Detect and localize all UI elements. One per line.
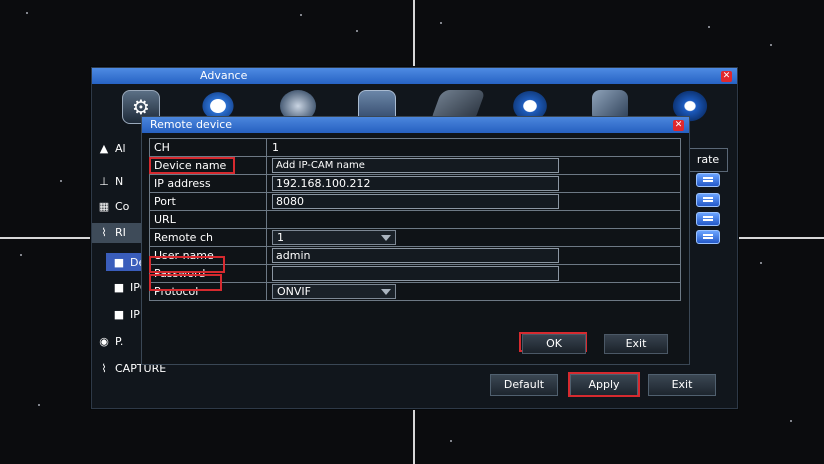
remote-device-form: CH 1 Device name Add IP-CAM name IP addr…: [149, 138, 681, 301]
device-name-input[interactable]: Add IP-CAM name: [272, 158, 559, 173]
side-item-network[interactable]: ⊥ N: [97, 175, 123, 188]
ip-address-input[interactable]: 192.168.100.212: [272, 176, 559, 191]
chevron-down-icon: [381, 289, 391, 295]
alarm-icon: ▲: [99, 142, 109, 155]
port-label: Port: [149, 192, 267, 211]
noise-dot: [300, 14, 302, 16]
side-item-alarm[interactable]: ▲ Al: [97, 142, 126, 155]
noise-dot: [760, 262, 762, 264]
remote-ch-label: Remote ch: [149, 228, 267, 247]
chevron-down-icon: [381, 235, 391, 241]
bullet-icon: ■: [113, 281, 125, 294]
apply-button[interactable]: Apply: [570, 374, 638, 396]
user-name-label: User name: [149, 246, 267, 265]
noise-dot: [770, 44, 772, 46]
user-name-input[interactable]: admin: [272, 248, 559, 263]
remote-device-title-bar: Remote device ✕: [142, 117, 689, 133]
side-item-remote[interactable]: ⌇ RI: [97, 226, 126, 239]
form-row-device-name: Device name Add IP-CAM name: [149, 156, 681, 175]
noise-dot: [356, 30, 358, 32]
device-name-label: Device name: [149, 156, 267, 175]
noise-dot: [38, 404, 40, 406]
noise-dot: [60, 180, 62, 182]
network-icon: ⊥: [99, 175, 109, 188]
ip-address-label: IP address: [149, 174, 267, 193]
rate-list-icon[interactable]: [696, 230, 720, 244]
url-value[interactable]: [266, 210, 681, 229]
form-row-ip-address: IP address 192.168.100.212: [149, 174, 681, 193]
url-label: URL: [149, 210, 267, 229]
sub-item-ip[interactable]: ■ IP: [112, 308, 140, 321]
ok-button[interactable]: OK: [522, 334, 586, 354]
capture-icon: ⌇: [101, 362, 107, 375]
password-label: Password: [149, 264, 267, 283]
advance-close-icon[interactable]: ✕: [721, 71, 732, 82]
dialog-exit-button[interactable]: Exit: [604, 334, 668, 354]
bullet-icon: ■: [113, 308, 125, 321]
noise-dot: [450, 440, 452, 442]
remote-device-title: Remote device: [150, 118, 233, 131]
rate-list-icon[interactable]: [696, 193, 720, 207]
remote-icon: ⌇: [101, 226, 107, 239]
form-row-protocol: Protocol ONVIF: [149, 282, 681, 301]
form-row-ch: CH 1: [149, 138, 681, 157]
form-row-port: Port 8080: [149, 192, 681, 211]
noise-dot: [708, 26, 710, 28]
ch-value: 1: [266, 138, 681, 157]
protocol-select[interactable]: ONVIF: [272, 284, 396, 299]
advance-exit-button[interactable]: Exit: [648, 374, 716, 396]
side-item-p[interactable]: ◉ P.: [97, 335, 123, 348]
disc-icon: ◉: [99, 335, 109, 348]
form-row-remote-ch: Remote ch 1: [149, 228, 681, 247]
noise-dot: [790, 420, 792, 422]
remote-device-close-icon[interactable]: ✕: [673, 120, 684, 131]
noise-dot: [440, 22, 442, 24]
advance-toolbar: ⚙: [92, 84, 737, 124]
rate-list-icon[interactable]: [696, 212, 720, 226]
password-input[interactable]: [272, 266, 559, 281]
ch-label: CH: [149, 138, 267, 157]
noise-dot: [26, 12, 28, 14]
form-row-url: URL: [149, 210, 681, 229]
side-item-grid[interactable]: ▦ Co: [97, 200, 130, 213]
rate-column-header: rate: [688, 148, 728, 172]
bullet-icon: ■: [113, 256, 125, 269]
form-row-password: Password: [149, 264, 681, 283]
default-button[interactable]: Default: [490, 374, 558, 396]
advance-title-bar: Advance ✕: [92, 68, 737, 84]
remote-device-dialog: Remote device ✕ CH 1 Device name Add IP-…: [141, 116, 690, 365]
remote-ch-select[interactable]: 1: [272, 230, 396, 245]
advance-title: Advance: [200, 69, 248, 82]
grid-icon: ▦: [98, 200, 110, 213]
noise-dot: [20, 254, 22, 256]
protocol-label: Protocol: [149, 282, 267, 301]
rate-list-icon[interactable]: [696, 173, 720, 187]
port-input[interactable]: 8080: [272, 194, 559, 209]
form-row-user-name: User name admin: [149, 246, 681, 265]
